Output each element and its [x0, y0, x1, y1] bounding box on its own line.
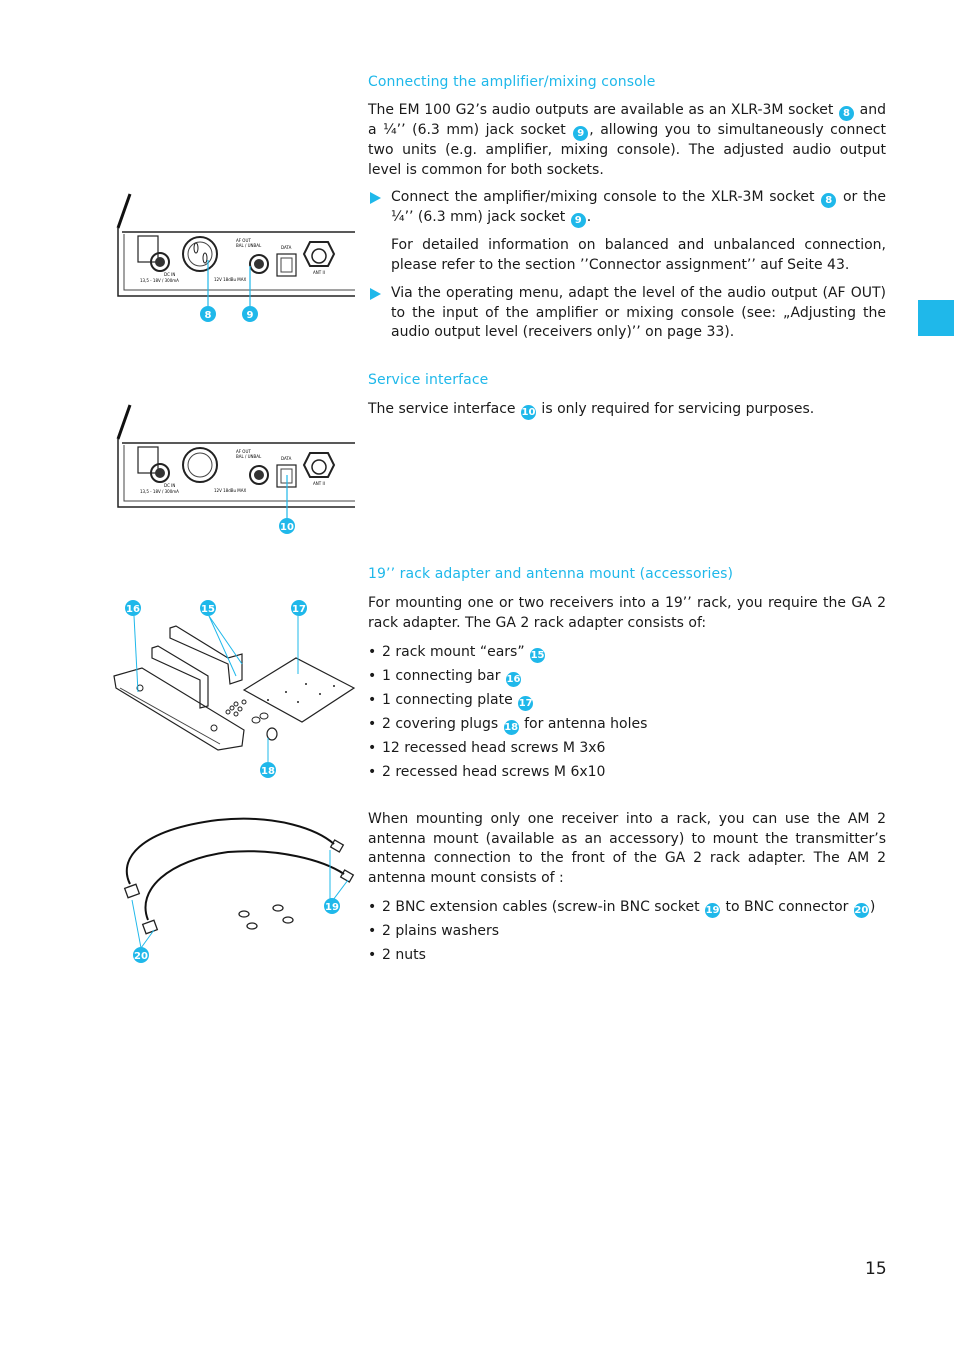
callout-9: 9 — [570, 213, 586, 228]
list-item: • 2 nuts — [368, 947, 426, 963]
svg-text:DC IN: DC IN — [164, 272, 175, 277]
text: 12 recessed head screws M 3x6 — [382, 740, 606, 756]
rear-panel-figure-amplifier: AF OUT BAL / UNBAL DATA ANT II DC IN 13,… — [116, 193, 355, 322]
chapter-tab — [918, 300, 954, 336]
svg-text:17: 17 — [292, 604, 306, 615]
text: to BNC connector — [721, 899, 853, 915]
svg-text:12V 18dBu MAX: 12V 18dBu MAX — [214, 488, 246, 493]
step-arrow-icon — [370, 192, 381, 204]
svg-text:BAL / UNBAL: BAL / UNBAL — [236, 454, 262, 459]
text: ) — [869, 899, 876, 915]
callout-18: 18 — [503, 720, 519, 735]
text: 2 nuts — [382, 947, 426, 963]
text: 2 recessed head screws M 6x10 — [382, 764, 606, 780]
svg-text:13,5 - 18V / 300mA: 13,5 - 18V / 300mA — [140, 278, 179, 283]
list-item: • 2 rack mount “ears” 15 — [368, 644, 546, 663]
heading-rack: 19’’ rack adapter and antenna mount (acc… — [368, 566, 734, 582]
callout-15: 15 — [530, 648, 546, 663]
text: . — [586, 209, 592, 225]
svg-text:ANT II: ANT II — [313, 481, 325, 486]
heading-amplifier: Connecting the amplifier/mixing console — [368, 74, 656, 90]
amplifier-step-2: Via the operating menu, adapt the level … — [391, 285, 886, 340]
antenna-intro: When mounting only one receiver into a r… — [368, 811, 886, 886]
rear-panel-figure-service: AF OUT BAL / UNBAL DATA ANT II DC IN 13,… — [116, 404, 355, 534]
list-item: • 2 covering plugs 18 for antenna holes — [368, 716, 648, 735]
amplifier-intro: The EM 100 G2’s audio outputs are availa… — [368, 101, 886, 180]
list-item: • 2 recessed head screws M 6x10 — [368, 764, 606, 780]
page-number: 15 — [865, 1259, 887, 1279]
svg-text:18: 18 — [261, 766, 275, 777]
callout-9: 9 — [573, 126, 589, 141]
text: The service interface — [368, 401, 520, 417]
service-text: The service interface 10 is only require… — [368, 400, 886, 420]
svg-text:DATA: DATA — [281, 456, 292, 461]
text: for antenna holes — [519, 716, 648, 732]
svg-text:15: 15 — [201, 604, 215, 615]
rack-adapter-figure: 16 15 17 18 — [113, 600, 356, 778]
text: 2 plains washers — [382, 923, 500, 939]
rack-parts-list: • 2 rack mount “ears” 15 • 1 connecting ba… — [368, 640, 647, 784]
text: 2 covering plugs — [382, 716, 499, 732]
callout-8: 8 — [821, 193, 837, 208]
callout-17: 17 — [518, 696, 534, 711]
list-item: • 2 plains washers — [368, 923, 500, 939]
text: The EM 100 G2’s audio outputs are availa… — [368, 102, 839, 118]
text: 1 connecting plate — [382, 692, 513, 708]
callout-16: 16 — [505, 672, 521, 687]
callout-20: 20 — [853, 903, 869, 918]
svg-text:DATA: DATA — [281, 245, 292, 250]
svg-text:20: 20 — [134, 951, 148, 962]
svg-text:16: 16 — [126, 604, 140, 615]
svg-text:10: 10 — [280, 522, 294, 533]
text: 2 BNC extension cables (screw-in BNC soc… — [382, 899, 705, 915]
text: Connect the amplifier/mixing console to … — [391, 189, 821, 205]
svg-text:13,5 - 18V / 300mA: 13,5 - 18V / 300mA — [140, 489, 179, 494]
antenna-cables-figure: 19 20 — [123, 817, 355, 963]
callout-19: 19 — [705, 903, 721, 918]
heading-service: Service interface — [368, 372, 489, 388]
rack-intro: For mounting one or two receivers into a… — [368, 595, 886, 631]
svg-text:BAL / UNBAL: BAL / UNBAL — [236, 243, 262, 248]
callout-8: 8 — [839, 106, 855, 121]
svg-text:ANT II: ANT II — [313, 270, 325, 275]
list-item: • 2 BNC extension cables (screw-in BNC so… — [368, 899, 876, 918]
callout-10: 10 — [520, 405, 536, 420]
svg-text:DC IN: DC IN — [164, 483, 175, 488]
svg-text:8: 8 — [205, 310, 212, 321]
list-item: • 12 recessed head screws M 3x6 — [368, 740, 606, 756]
amplifier-step-1: Connect the amplifier/mixing console to … — [391, 188, 886, 228]
antenna-parts-list: • 2 BNC extension cables (screw-in BNC so… — [368, 895, 875, 967]
list-item: • 1 connecting plate 17 — [368, 692, 534, 711]
svg-text:12V 18dBu MAX: 12V 18dBu MAX — [214, 277, 246, 282]
list-item: • 1 connecting bar 16 — [368, 668, 521, 687]
text: 2 rack mount “ears” — [382, 644, 525, 660]
amplifier-step-1-note: For detailed information on balanced and… — [391, 237, 886, 273]
text: is only required for servicing purposes. — [536, 401, 815, 417]
svg-text:19: 19 — [325, 902, 339, 913]
svg-text:9: 9 — [247, 310, 254, 321]
step-arrow-icon — [370, 288, 381, 300]
text: 1 connecting bar — [382, 668, 501, 684]
